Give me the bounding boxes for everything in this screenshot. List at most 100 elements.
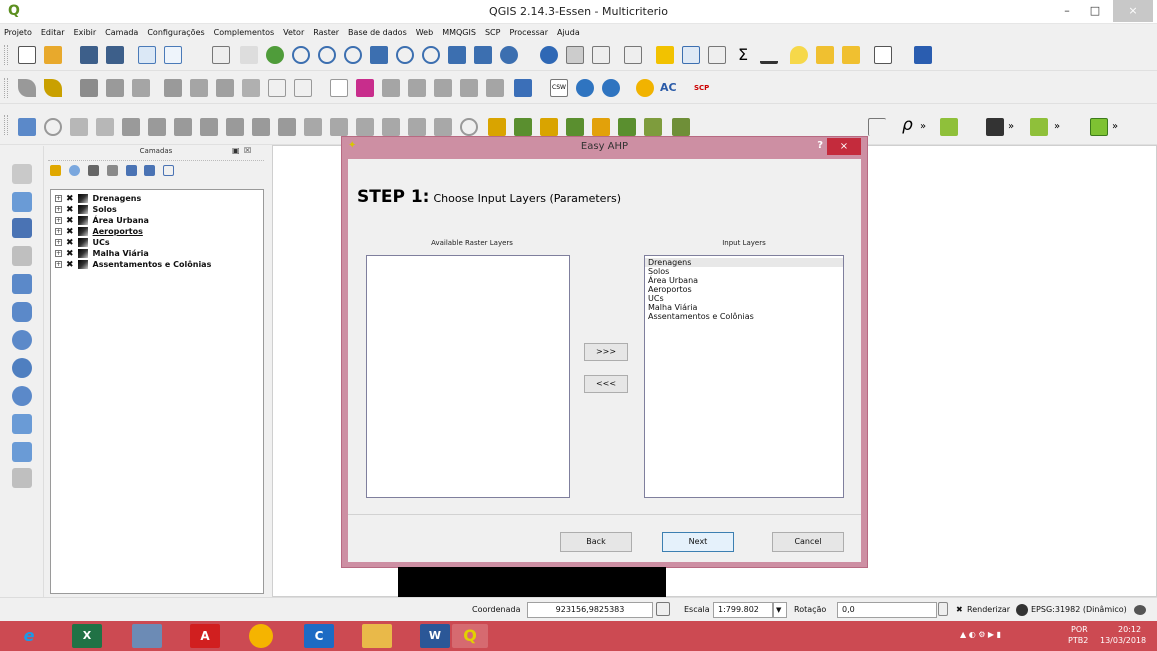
layer-visibility-x-icon[interactable]: ✖ bbox=[66, 227, 74, 237]
chrome-icon[interactable] bbox=[249, 624, 273, 648]
composer-manager-icon[interactable] bbox=[164, 46, 182, 64]
toggle-editing-icon[interactable] bbox=[44, 79, 62, 97]
dialog-close-button[interactable]: × bbox=[827, 138, 861, 155]
next-button[interactable]: Next bbox=[662, 532, 734, 552]
render-label[interactable]: Renderizar bbox=[967, 605, 1010, 614]
add-ring-icon[interactable] bbox=[148, 118, 166, 136]
layer-row[interactable]: + ✖ Área Urbana bbox=[51, 215, 263, 226]
list-item[interactable]: Área Urbana bbox=[645, 276, 843, 285]
messages-icon[interactable] bbox=[1134, 605, 1146, 615]
vertex-move-icon[interactable] bbox=[514, 118, 532, 136]
crs-status[interactable]: EPSG:31982 (Dinâmico) bbox=[1031, 605, 1127, 614]
snapping-icon[interactable] bbox=[566, 118, 584, 136]
ac-label[interactable]: AC bbox=[660, 79, 686, 97]
pan-to-selection-icon[interactable] bbox=[266, 46, 284, 64]
render-x-icon[interactable]: ✖ bbox=[956, 605, 963, 614]
file-explorer-icon[interactable] bbox=[362, 624, 392, 648]
cut-features-icon[interactable] bbox=[242, 79, 260, 97]
collapse-all-icon[interactable] bbox=[144, 165, 156, 176]
select-pointer-icon[interactable] bbox=[212, 46, 230, 64]
select-by-expression-icon[interactable] bbox=[624, 46, 642, 64]
offset-curve-icon[interactable] bbox=[304, 118, 322, 136]
expand-icon[interactable]: + bbox=[55, 217, 62, 224]
identify-icon[interactable] bbox=[540, 46, 558, 64]
excel-icon[interactable]: X bbox=[72, 624, 102, 648]
layer-visibility-x-icon[interactable]: ✖ bbox=[66, 260, 74, 270]
menu-ajuda[interactable]: Ajuda bbox=[557, 28, 580, 37]
move-feature-icon[interactable] bbox=[164, 79, 182, 97]
merge-attributes-icon[interactable] bbox=[408, 118, 426, 136]
new-project-icon[interactable] bbox=[18, 46, 36, 64]
refresh-icon[interactable] bbox=[500, 46, 518, 64]
menu-editar[interactable]: Editar bbox=[41, 28, 65, 37]
topology-icon[interactable] bbox=[672, 118, 690, 136]
input-layers-list[interactable]: Drenagens Solos Área Urbana Aeroportos U… bbox=[644, 255, 844, 498]
remove-layers-button[interactable]: <<< bbox=[584, 375, 628, 393]
expand-icon[interactable]: + bbox=[55, 250, 62, 257]
clock-time[interactable]: 20:12 bbox=[1118, 625, 1141, 634]
node-snap-icon[interactable] bbox=[618, 118, 636, 136]
layer-row[interactable]: + ✖ Malha Viária bbox=[51, 248, 263, 259]
zoom-full-icon[interactable] bbox=[370, 46, 388, 64]
qgis-taskbar-icon[interactable]: Q bbox=[452, 624, 488, 648]
paste-features-icon[interactable] bbox=[294, 79, 312, 97]
layer-row[interactable]: + ✖ Aeroportos bbox=[51, 226, 263, 237]
merge-features-icon[interactable] bbox=[382, 118, 400, 136]
scp-label[interactable]: SCP bbox=[694, 79, 716, 97]
label-change-icon[interactable] bbox=[460, 79, 478, 97]
list-item[interactable]: UCs bbox=[645, 294, 843, 303]
list-item[interactable]: Aeroportos bbox=[645, 285, 843, 294]
fill-ring-icon[interactable] bbox=[200, 118, 218, 136]
add-feature-icon[interactable] bbox=[106, 79, 124, 97]
minimize-button[interactable]: – bbox=[1053, 0, 1081, 22]
show-bookmarks-icon[interactable] bbox=[842, 46, 860, 64]
vertex-delete-icon[interactable] bbox=[540, 118, 558, 136]
add-spatialite-layer-icon[interactable] bbox=[12, 246, 32, 266]
zoom-last-icon[interactable] bbox=[448, 46, 466, 64]
mouse-coords-toggle-icon[interactable] bbox=[656, 602, 670, 616]
delete-part-icon[interactable] bbox=[252, 118, 270, 136]
list-item[interactable]: Solos bbox=[645, 267, 843, 276]
layer-visibility-x-icon[interactable]: ✖ bbox=[66, 216, 74, 226]
add-mssql-layer-icon[interactable] bbox=[12, 274, 32, 294]
undo-icon[interactable] bbox=[70, 118, 88, 136]
layer-row[interactable]: + ✖ Drenagens bbox=[51, 193, 263, 204]
tray-icons[interactable]: ▲ ◐ ⚙ ▶ ▮ bbox=[960, 630, 1001, 639]
menu-web[interactable]: Web bbox=[416, 28, 433, 37]
toolbar-grip[interactable] bbox=[4, 115, 8, 135]
circular-string-icon[interactable] bbox=[460, 118, 478, 136]
field-calculator-icon[interactable] bbox=[708, 46, 726, 64]
label-toolbar-icon[interactable] bbox=[330, 79, 348, 97]
clock-date[interactable]: 13/03/2018 bbox=[1100, 636, 1146, 645]
back-button[interactable]: Back bbox=[560, 532, 632, 552]
current-edits-icon[interactable] bbox=[18, 79, 36, 97]
label-rotate-icon[interactable] bbox=[434, 79, 452, 97]
label-diagram-icon[interactable] bbox=[486, 79, 504, 97]
vertex-add-icon[interactable] bbox=[488, 118, 506, 136]
layer-visibility-x-icon[interactable]: ✖ bbox=[66, 238, 74, 248]
zoom-next-icon[interactable] bbox=[474, 46, 492, 64]
menu-processar[interactable]: Processar bbox=[509, 28, 548, 37]
scale-combo[interactable]: 1:799.802 bbox=[713, 602, 773, 618]
label-show-hide-icon[interactable] bbox=[382, 79, 400, 97]
rotate-symbols-icon[interactable] bbox=[434, 118, 452, 136]
split-parts-icon[interactable] bbox=[356, 118, 374, 136]
expand-icon[interactable]: + bbox=[55, 195, 62, 202]
split-features-icon[interactable] bbox=[330, 118, 348, 136]
simplify-icon[interactable] bbox=[122, 118, 140, 136]
save-edits-icon[interactable] bbox=[80, 79, 98, 97]
overflow-chevron-icon[interactable]: » bbox=[1054, 118, 1064, 136]
rho-icon[interactable]: ρ bbox=[902, 116, 920, 134]
list-item[interactable]: Malha Viária bbox=[645, 303, 843, 312]
add-wcs-layer-icon[interactable] bbox=[12, 358, 32, 378]
menu-mmqgis[interactable]: MMQGIS bbox=[442, 28, 476, 37]
metasearch-icon[interactable] bbox=[576, 79, 594, 97]
add-raster-layer-icon[interactable] bbox=[12, 192, 32, 212]
layer-row[interactable]: + ✖ Solos bbox=[51, 204, 263, 215]
spreadsheet-plugin-icon[interactable] bbox=[1090, 118, 1108, 136]
add-group-icon[interactable] bbox=[68, 165, 80, 176]
ac-plugin-icon[interactable] bbox=[636, 79, 654, 97]
close-window-button[interactable]: × bbox=[1113, 0, 1153, 22]
scale-dropdown-chevron-icon[interactable]: ▼ bbox=[773, 602, 787, 618]
delete-ring-icon[interactable] bbox=[226, 118, 244, 136]
